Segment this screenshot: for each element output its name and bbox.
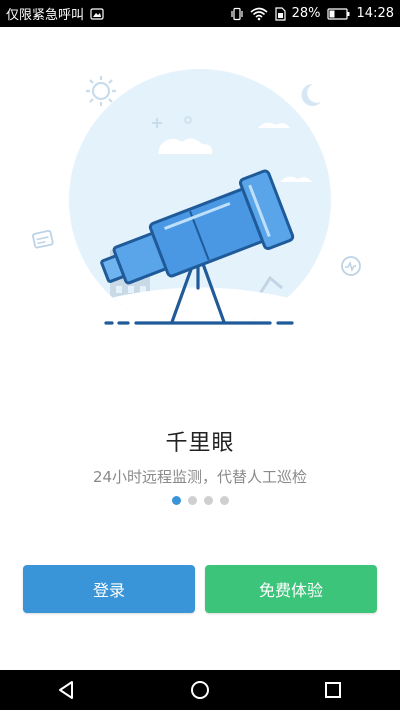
- page-dot-active[interactable]: [171, 496, 181, 505]
- page-dot[interactable]: [219, 496, 229, 505]
- battery-icon: [326, 7, 351, 20]
- battery-percent: 28%: [291, 6, 321, 21]
- back-icon: [58, 681, 73, 699]
- wifi-icon: [250, 7, 268, 21]
- carrier-text: 仅限紧急呼叫: [6, 8, 85, 23]
- home-button[interactable]: [170, 670, 230, 710]
- page-subtitle: 24小时远程监测，代替人工巡检: [92, 468, 308, 486]
- recents-icon: [325, 682, 342, 698]
- page-dot[interactable]: [187, 496, 197, 505]
- status-bar: 仅限紧急呼叫 28% 14:28: [0, 0, 400, 27]
- telescope-illustration: [0, 60, 400, 350]
- login-button[interactable]: 登录: [23, 565, 195, 613]
- sim-icon: [274, 6, 286, 21]
- system-navigation-bar: [0, 670, 400, 710]
- clock: 14:28: [356, 6, 394, 21]
- back-button[interactable]: [37, 670, 97, 710]
- screenshot-notification-icon: [90, 7, 104, 20]
- page-dot[interactable]: [203, 496, 213, 505]
- free-trial-button[interactable]: 免费体验: [205, 565, 377, 613]
- page-title: 千里眼: [165, 431, 235, 456]
- home-icon: [190, 681, 209, 699]
- recents-button[interactable]: [303, 670, 363, 710]
- vibrate-icon: [230, 7, 244, 21]
- page-indicator: [0, 496, 400, 506]
